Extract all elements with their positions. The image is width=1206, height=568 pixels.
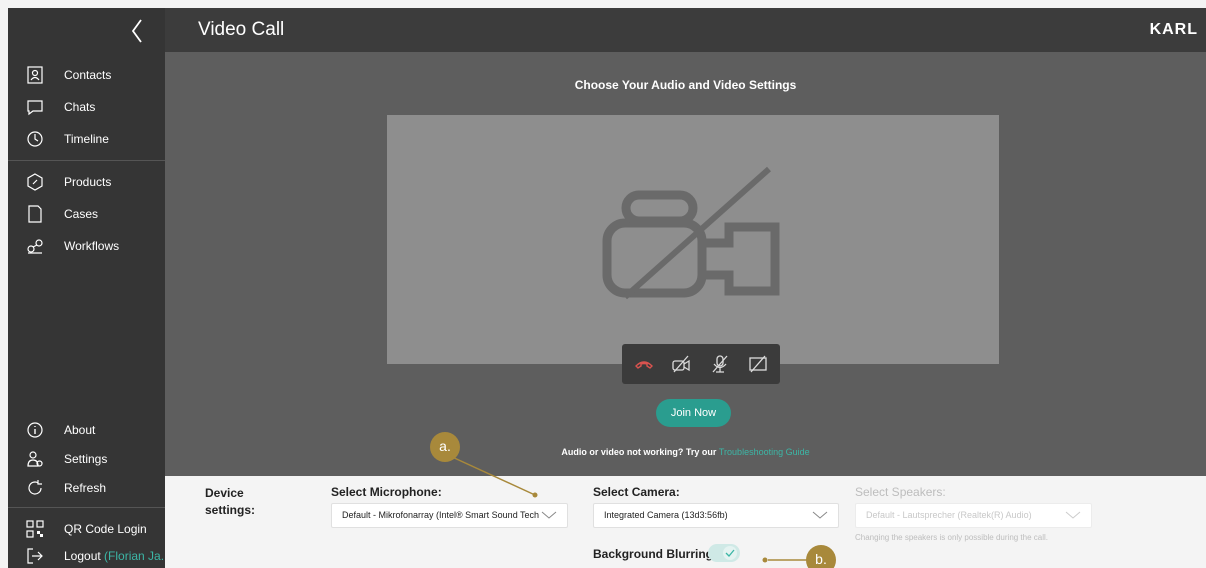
sidebar-item-settings[interactable]: Settings — [8, 446, 165, 472]
speakers-hint: Changing the speakers is only possible d… — [855, 533, 1049, 542]
checkmark-icon — [723, 546, 737, 560]
speakers-label: Select Speakers: — [855, 485, 946, 499]
sidebar-item-label: Products — [64, 175, 112, 189]
sidebar-item-contacts[interactable]: Contacts — [8, 62, 165, 88]
background-blur-toggle[interactable] — [708, 544, 740, 562]
speakers-select: Default - Lautsprecher (Realtek(R) Audio… — [855, 503, 1092, 528]
chevron-left-icon — [131, 19, 142, 43]
speakers-value: Default - Lautsprecher (Realtek(R) Audio… — [866, 510, 1032, 520]
join-now-button[interactable]: Join Now — [656, 399, 731, 427]
sidebar-item-label: Cases — [64, 207, 99, 221]
sidebar-item-cases[interactable]: Cases — [8, 201, 165, 227]
header: Video Call KARL — [165, 8, 1206, 52]
timeline-icon — [27, 131, 43, 147]
sidebar-divider — [8, 160, 165, 161]
camera-select[interactable]: Integrated Camera (13d3:56fb) — [593, 503, 839, 528]
info-icon — [27, 422, 43, 438]
screen-share-toggle-icon[interactable] — [748, 354, 768, 374]
sidebar-divider — [8, 507, 165, 508]
sidebar: Contacts Chats Timeline Products Cases W… — [8, 8, 171, 568]
microphone-value: Default - Mikrofonarray (Intel® Smart So… — [342, 510, 540, 520]
sidebar-item-workflows[interactable]: Workflows — [8, 233, 165, 259]
call-controls — [622, 344, 780, 384]
sidebar-item-label: Settings — [64, 452, 108, 466]
brand-logo: KARL — [1149, 21, 1198, 38]
microphone-select[interactable]: Default - Mikrofonarray (Intel® Smart So… — [331, 503, 568, 528]
logout-icon — [27, 548, 43, 564]
troubleshooting-text: Audio or video not working? Try our Trou… — [165, 447, 1206, 457]
sidebar-item-label: QR Code Login — [64, 522, 147, 536]
chevron-down-icon — [541, 510, 557, 520]
background-blur-label: Background Blurring: — [593, 547, 718, 561]
sidebar-item-qr-login[interactable]: QR Code Login — [8, 516, 165, 542]
annotation-marker-b: b. — [806, 545, 836, 568]
sidebar-item-timeline[interactable]: Timeline — [8, 126, 165, 152]
device-settings-label: Device settings: — [205, 486, 256, 517]
sidebar-item-label: Timeline — [64, 132, 109, 146]
workflows-icon — [27, 239, 43, 254]
sidebar-item-refresh[interactable]: Refresh — [8, 475, 165, 501]
refresh-icon — [28, 480, 42, 495]
contacts-icon — [27, 66, 43, 84]
troubleshooting-link[interactable]: Troubleshooting Guide — [719, 447, 810, 457]
microphone-label: Select Microphone: — [331, 485, 442, 499]
sidebar-item-label: Logout (Florian Ja... — [64, 549, 171, 563]
sidebar-item-label: Refresh — [64, 481, 107, 495]
sidebar-item-label: Workflows — [64, 239, 120, 253]
back-button[interactable] — [126, 16, 150, 46]
sidebar-item-label: Chats — [64, 100, 96, 114]
video-preview — [387, 115, 999, 364]
setup-heading: Choose Your Audio and Video Settings — [574, 78, 797, 92]
annotation-marker-a: a. — [430, 432, 460, 462]
chevron-down-icon — [812, 511, 828, 519]
app-window: Contacts Chats Timeline Products Cases W… — [8, 8, 1206, 568]
hangup-icon[interactable] — [634, 354, 654, 374]
chevron-down-icon — [1065, 511, 1081, 519]
troubleshooting-prefix: Audio or video not working? Try our — [561, 447, 717, 457]
sidebar-item-label: About — [64, 423, 96, 437]
microphone-toggle-icon[interactable] — [710, 354, 730, 374]
sidebar-item-products[interactable]: Products — [8, 169, 165, 195]
chat-icon — [27, 100, 43, 116]
device-settings-panel: Device settings: Select Microphone: Defa… — [165, 476, 1206, 568]
sidebar-item-logout[interactable]: Logout (Florian Ja... — [8, 543, 171, 568]
camera-label: Select Camera: — [593, 485, 680, 499]
camera-value: Integrated Camera (13d3:56fb) — [604, 510, 728, 520]
sidebar-item-label: Contacts — [64, 68, 112, 82]
sidebar-item-about[interactable]: About — [8, 417, 165, 443]
cases-icon — [28, 205, 42, 223]
current-user: (Florian Ja... — [104, 549, 171, 563]
video-setup-area: Choose Your Audio and Video Settings Joi… — [165, 52, 1206, 476]
products-icon — [27, 173, 43, 191]
sidebar-item-chats[interactable]: Chats — [8, 94, 165, 120]
logout-label: Logout — [64, 549, 101, 563]
camera-toggle-icon[interactable] — [671, 354, 691, 374]
page-title: Video Call — [198, 19, 285, 40]
camera-off-icon — [602, 166, 780, 300]
settings-icon — [27, 451, 43, 467]
qr-code-icon — [26, 520, 44, 538]
